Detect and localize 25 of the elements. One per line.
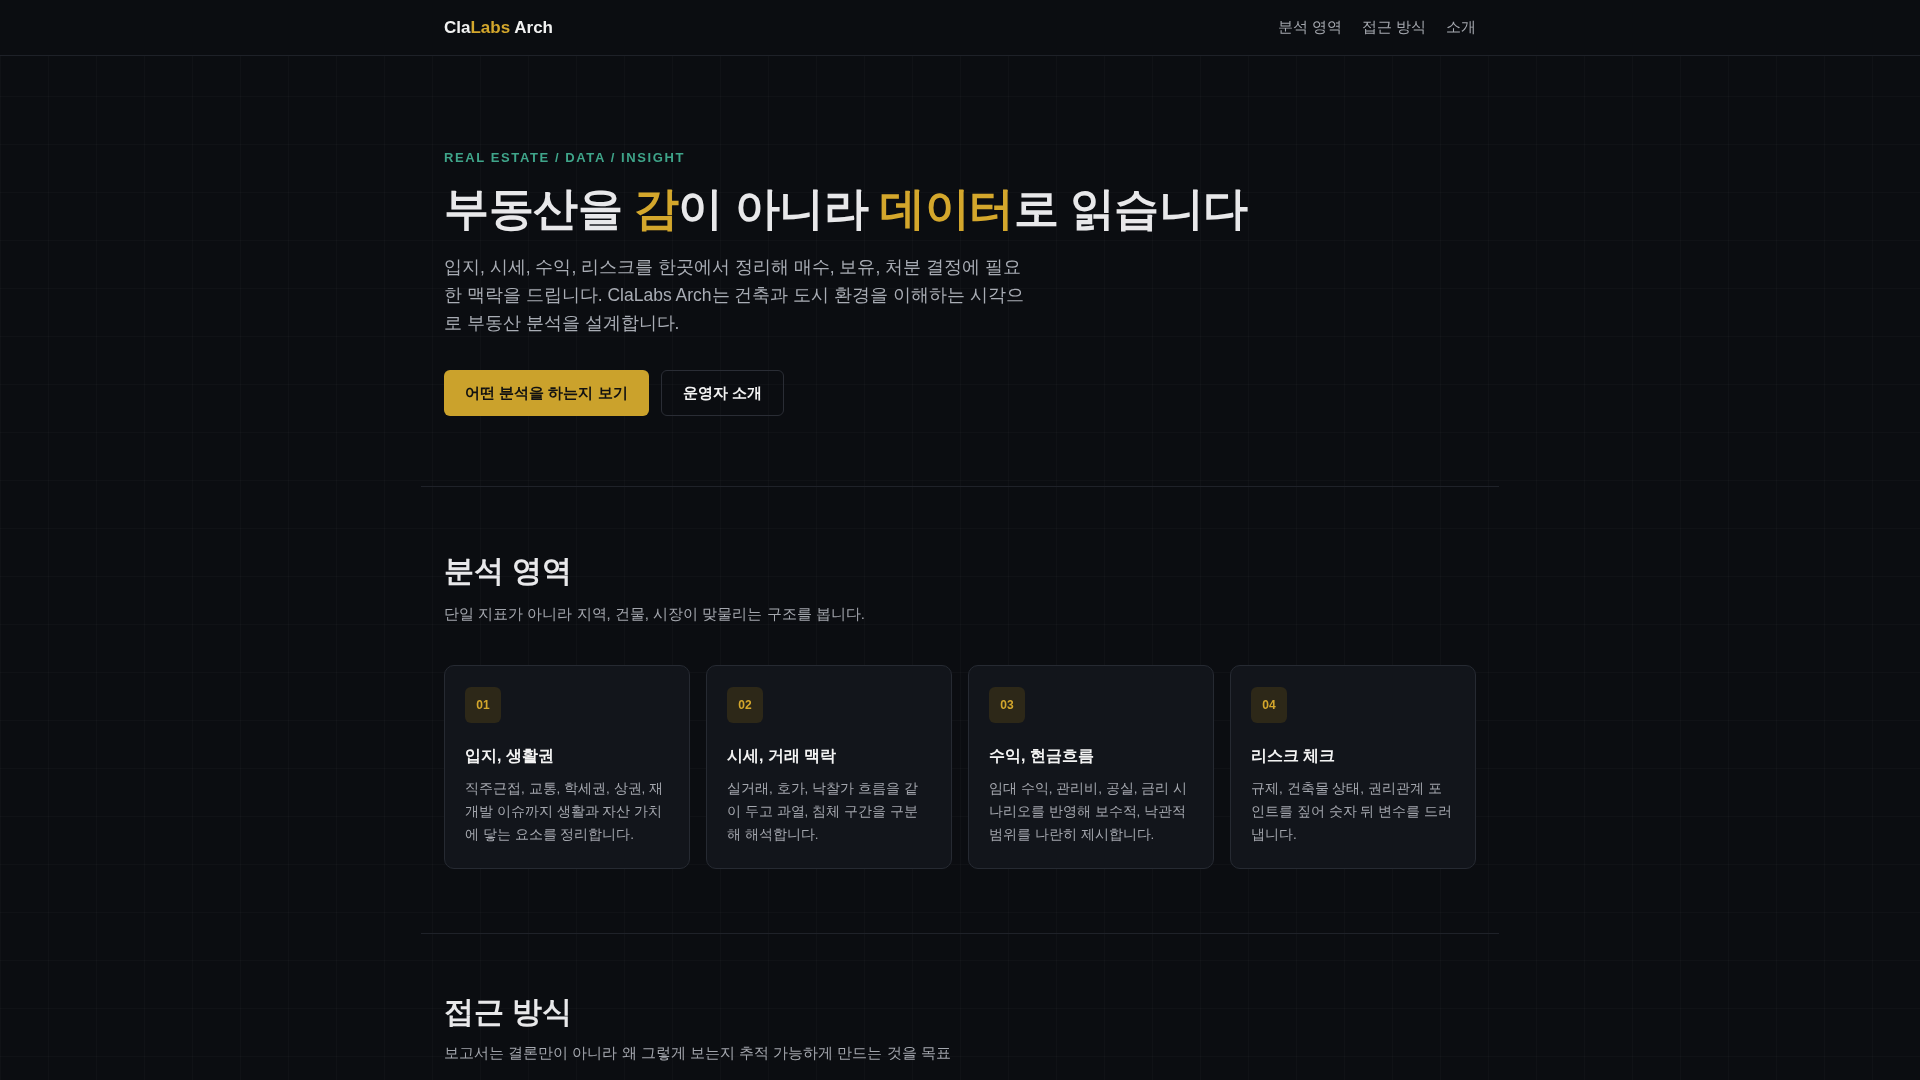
primary-button[interactable]: 어떤 분석을 하는지 보기: [444, 369, 649, 416]
card-text: 규제, 건축물 상태, 권리관계 포인트를 짚어 숫자 뒤 변수를 드러냅니다.: [1251, 780, 1453, 845]
brand-logo[interactable]: ClaLabs Arch: [444, 14, 553, 41]
number-badge: 02: [727, 687, 763, 724]
card-title: 리스크 체크: [1251, 746, 1337, 767]
hero-headline: 부동산을 감이 아니라 데이터로 읽습니다: [444, 182, 1249, 235]
card-title: 수익, 현금흐름: [989, 746, 1095, 767]
nav-link[interactable]: 분석 영역: [1277, 16, 1342, 39]
section-title: 분석 영역: [444, 552, 574, 589]
number-badge: 04: [1251, 687, 1287, 724]
card-text: 실거래, 호가, 낙찰가 흐름을 같이 두고 과열, 침체 구간을 구분해 해석합니다.: [727, 780, 919, 845]
nav-link[interactable]: 접근 방식: [1361, 16, 1426, 39]
number-badge: 01: [465, 687, 501, 724]
card-title: 시세, 거래 맥락: [727, 746, 838, 767]
section-subtitle: 단일 지표가 아니라 지역, 건물, 시장이 맞물리는 구조를 봅니다.: [444, 603, 866, 624]
section-subtitle: 보고서는 결론만이 아니라 왜 그렇게 보는지 추적 가능하게 만드는 것을 목표: [444, 1043, 952, 1064]
hero-description: 입지, 시세, 수익, 리스크를 한곳에서 정리해 매수, 보유, 처분 결정에 필요한 맥락을 드립니다. ClaLabs Arch는 건축과 도시 환경을 이해하는 시각으로 부동산 분석을 설계합니다.: [444, 255, 1025, 335]
section-title: 접근 방식: [444, 994, 574, 1031]
hero-eyebrow: REAL ESTATE / DATA / INSIGHT: [444, 149, 686, 167]
card-text: 임대 수익, 관리비, 공실, 금리 시나리오를 반영해 보수적, 낙관적 범위를 나란히 제시합니다.: [989, 780, 1188, 845]
card-text: 직주근접, 교통, 학세권, 상권, 재개발 이슈까지 생활과 자산 가치에 닿는 요소를 정리합니다.: [465, 780, 664, 845]
nav-link[interactable]: 소개: [1446, 16, 1476, 39]
card-title: 입지, 생활권: [465, 746, 555, 767]
secondary-button[interactable]: 운영자 소개: [660, 369, 784, 416]
number-badge: 03: [989, 687, 1025, 724]
